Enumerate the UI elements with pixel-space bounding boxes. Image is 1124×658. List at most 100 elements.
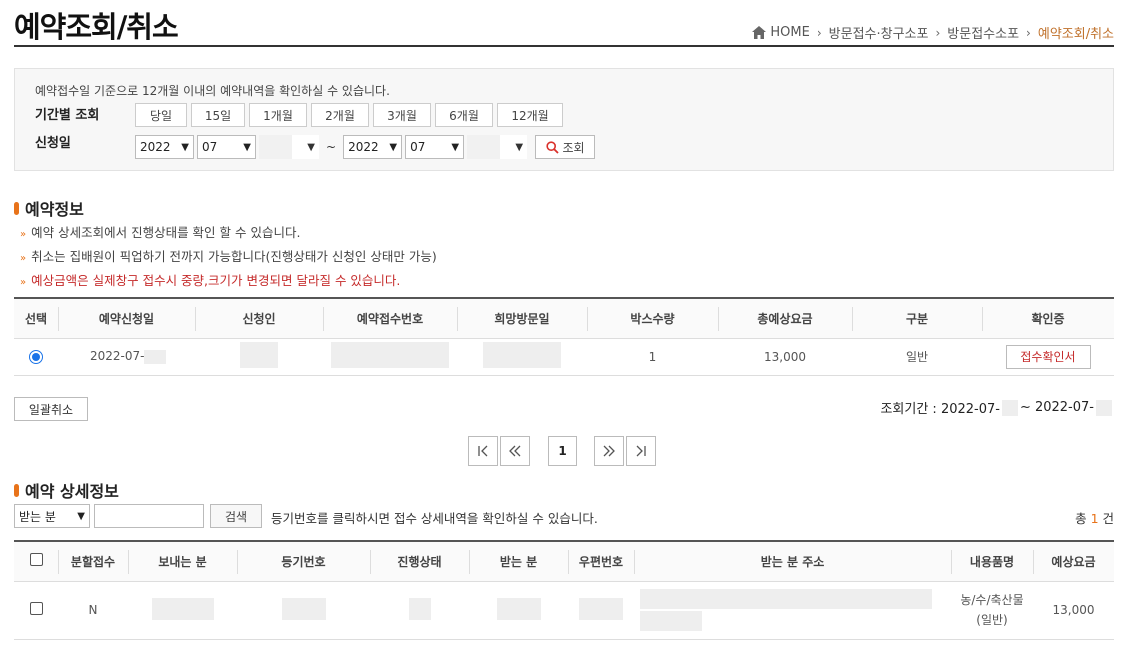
query-period-mid: ~ 2022-07- — [1019, 400, 1094, 415]
detail-section-title-text: 예약 상세정보 — [25, 482, 119, 501]
bulk-cancel-button[interactable]: 일괄취소 — [14, 397, 88, 421]
to-year-select[interactable]: 2022 ▼ — [343, 135, 403, 159]
reservation-table: 선택 예약신청일 신청인 예약접수번호 희망방문일 박스수량 총예상요금 구분 … — [14, 297, 1114, 376]
redacted-block — [1096, 399, 1112, 416]
col-select: 선택 — [14, 298, 58, 339]
search-panel: 예약접수일 기준으로 12개월 이내의 예약내역을 확인하실 수 있습니다. 기… — [14, 68, 1114, 171]
row-address — [634, 581, 951, 640]
from-year-value: 2022 — [140, 140, 171, 154]
reservation-info-list: » 예약 상세조회에서 진행상태를 확인 할 수 있습니다. » 취소는 집배원이 … — [20, 222, 437, 294]
receipt-confirm-button[interactable]: 접수확인서 — [1005, 344, 1091, 369]
chevron-right-icon: » — [20, 253, 27, 264]
row-request-date: 2022-07- — [58, 338, 195, 376]
row-sender — [128, 581, 237, 640]
redacted-block — [496, 597, 541, 620]
row-box-count: 1 — [587, 338, 718, 376]
chevron-right-icon: » — [20, 277, 27, 288]
chevron-down-icon: ▼ — [77, 510, 85, 522]
query-button[interactable]: 조회 — [535, 135, 596, 159]
table-row: N 농/수/축산물 (일반) 13,000 — [14, 581, 1114, 640]
total-count: 총 1 건 — [1075, 508, 1114, 527]
period-button-1m[interactable]: 1개월 — [249, 103, 307, 127]
row-radio[interactable] — [29, 349, 43, 364]
breadcrumb-current: 예약조회/취소 — [1037, 27, 1114, 42]
breadcrumb-visit-parcel[interactable]: 방문접수소포 — [947, 23, 1019, 42]
last-page-icon[interactable] — [626, 436, 656, 466]
period-button-today[interactable]: 당일 — [135, 103, 187, 127]
period-button-12m[interactable]: 12개월 — [497, 103, 563, 127]
redacted-block — [640, 589, 932, 609]
row-status — [370, 581, 469, 640]
info-item: » 예상금액은 실제창구 접수시 중량,크기가 변경되면 달라질 수 있습니다. — [20, 270, 437, 294]
col-checkbox — [14, 541, 58, 582]
detail-search-select[interactable]: 받는 분 ▼ — [14, 504, 90, 528]
redacted-block — [408, 597, 431, 620]
from-month-value: 07 — [202, 140, 218, 154]
col-status: 진행상태 — [370, 541, 469, 582]
breadcrumb-home[interactable]: HOME — [770, 25, 809, 40]
prev-page-icon[interactable] — [500, 436, 530, 466]
chevron-down-icon: ▼ — [307, 141, 315, 153]
home-icon — [752, 26, 767, 39]
row-expected-fee: 13,000 — [1033, 581, 1114, 640]
pagination: 1 — [468, 436, 656, 466]
chevron-right-icon: » — [20, 229, 27, 240]
total-prefix: 총 — [1075, 511, 1091, 526]
redacted-block — [579, 597, 623, 620]
to-year-value: 2022 — [348, 140, 379, 154]
table-header-row: 선택 예약신청일 신청인 예약접수번호 희망방문일 박스수량 총예상요금 구분 … — [14, 298, 1114, 339]
row-checkbox[interactable] — [29, 602, 43, 615]
first-page-icon[interactable] — [468, 436, 498, 466]
chevron-right-icon: › — [935, 25, 941, 40]
col-address: 받는 분 주소 — [634, 541, 951, 582]
period-button-6m[interactable]: 6개월 — [435, 103, 493, 127]
redacted-block — [1001, 399, 1018, 416]
col-total-fee: 총예상요금 — [718, 298, 852, 339]
detail-search-button[interactable]: 검색 — [210, 504, 262, 528]
from-day-select[interactable]: ▼ — [259, 135, 319, 159]
col-split: 분할접수 — [58, 541, 128, 582]
row-checkbox-cell — [14, 581, 58, 640]
query-period-prefix: 조회기간 : 2022-07- — [880, 402, 1000, 417]
redacted-block — [144, 349, 167, 364]
detail-hint: 등기번호를 클릭하시면 접수 상세내역을 확인하실 수 있습니다. — [271, 511, 598, 526]
table-header-row: 분할접수 보내는 분 등기번호 진행상태 받는 분 우편번호 받는 분 주소 내… — [14, 541, 1114, 582]
item-type-text: (일반) — [976, 613, 1008, 627]
to-day-select[interactable]: ▼ — [467, 135, 528, 159]
total-suffix: 건 — [1098, 511, 1114, 526]
breadcrumb: HOME › 방문접수·창구소포 › 방문접수소포 › 예약조회/취소 — [752, 23, 1114, 42]
detail-search-input[interactable] — [94, 504, 204, 528]
col-sender: 보내는 분 — [128, 541, 237, 582]
col-certificate: 확인증 — [982, 298, 1114, 339]
chevron-down-icon: ▼ — [243, 141, 251, 153]
period-button-15d[interactable]: 15일 — [191, 103, 245, 127]
detail-section-title: 예약 상세정보 — [14, 478, 119, 502]
row-total-fee: 13,000 — [718, 338, 852, 376]
period-button-3m[interactable]: 3개월 — [373, 103, 431, 127]
redacted-block — [281, 597, 326, 620]
select-all-checkbox[interactable] — [29, 553, 43, 567]
date-range: 2022 ▼ 07 ▼ ▼ ~ 2022 ▼ 07 ▼ ▼ 조회 — [135, 135, 596, 159]
redacted-block — [483, 342, 561, 368]
breadcrumb-visit-counter[interactable]: 방문접수·창구소포 — [829, 23, 929, 42]
redacted-block — [331, 342, 449, 368]
col-item-name: 내용품명 — [951, 541, 1033, 582]
detail-search: 받는 분 ▼ 검색 — [14, 504, 262, 528]
info-warning-text: 예상금액은 실제창구 접수시 중량,크기가 변경되면 달라질 수 있습니다. — [31, 273, 401, 288]
next-page-icon[interactable] — [594, 436, 624, 466]
search-icon — [545, 140, 559, 154]
row-recipient — [469, 581, 568, 640]
col-recipient: 받는 분 — [469, 541, 568, 582]
redacted-block — [240, 342, 278, 368]
row-registration-no[interactable] — [237, 581, 370, 640]
next-page-glyph — [603, 445, 615, 457]
row-select-cell — [14, 338, 58, 376]
to-month-select[interactable]: 07 ▼ — [405, 135, 465, 159]
row-applicant — [195, 338, 323, 376]
from-year-select[interactable]: 2022 ▼ — [135, 135, 194, 159]
row-visit-date — [457, 338, 587, 376]
from-month-select[interactable]: 07 ▼ — [197, 135, 256, 159]
range-tilde: ~ — [326, 140, 337, 154]
page-1[interactable]: 1 — [548, 436, 577, 466]
period-button-2m[interactable]: 2개월 — [311, 103, 369, 127]
